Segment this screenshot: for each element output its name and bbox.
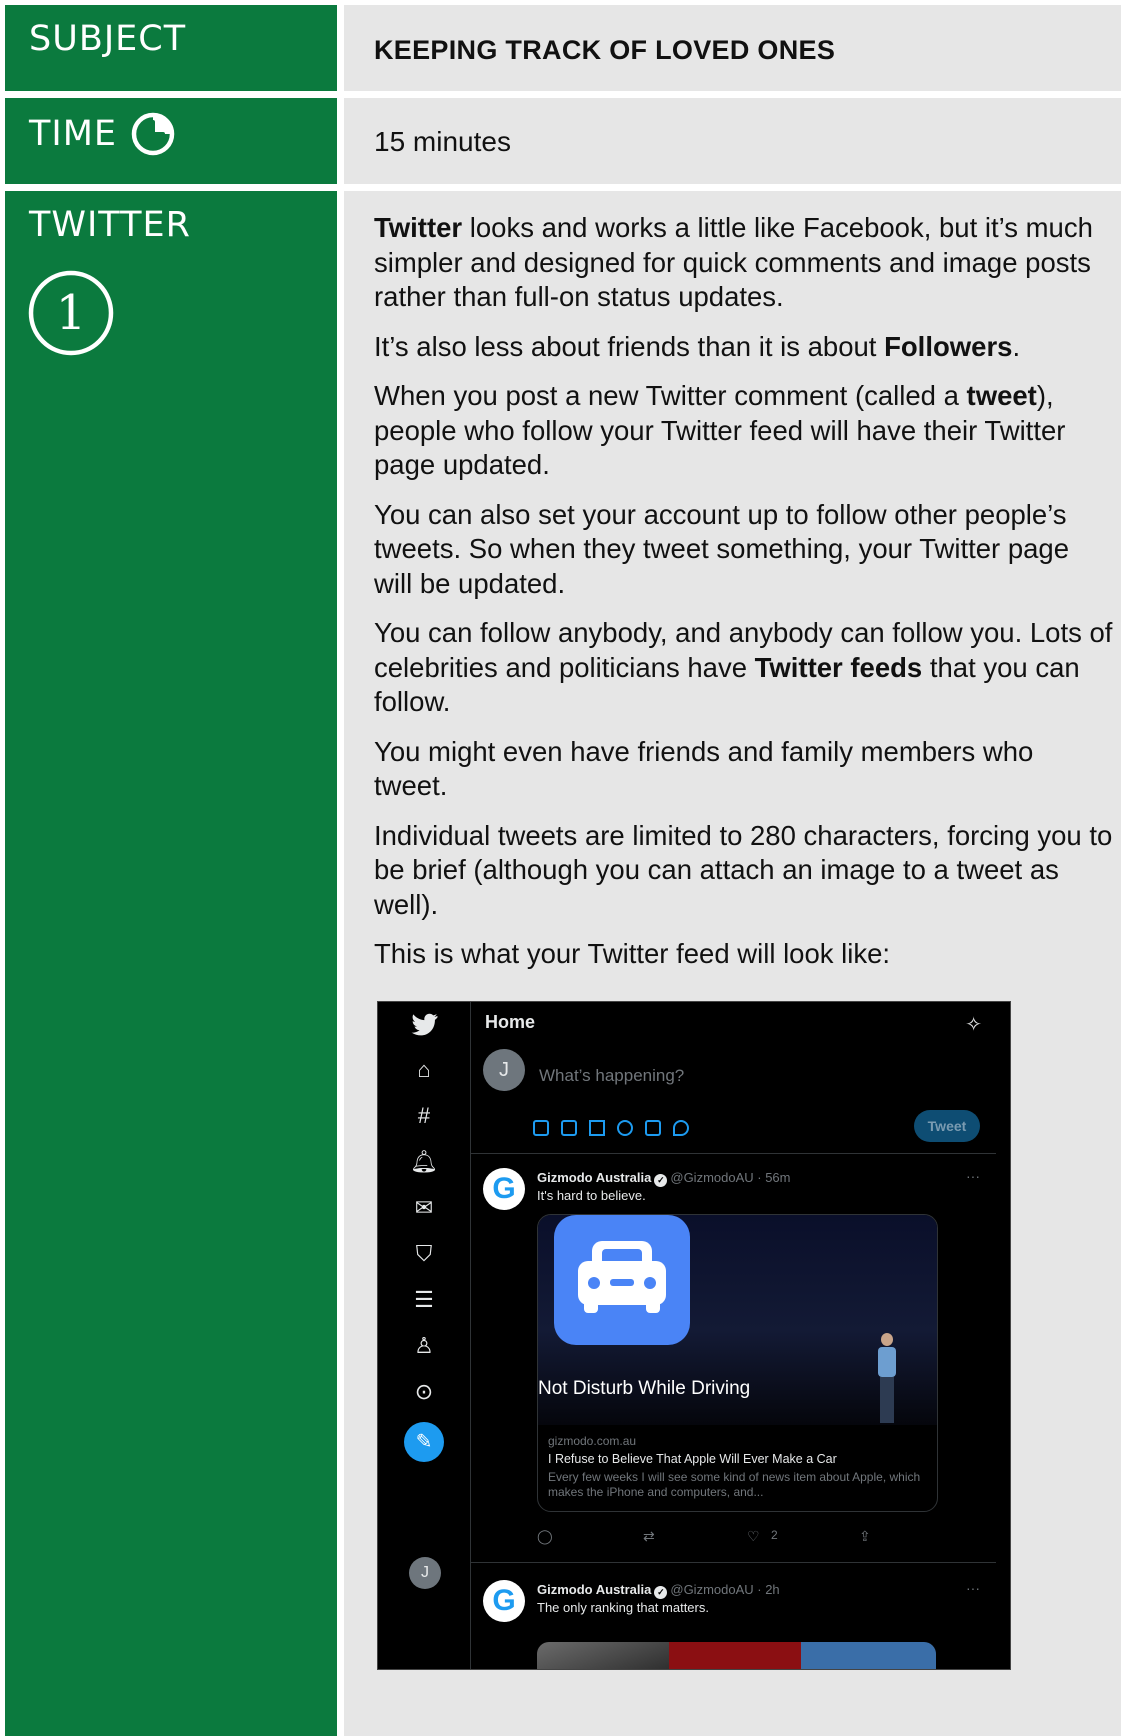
- explore-hashtag-icon[interactable]: #: [408, 1100, 440, 1132]
- paragraph: You can also set your account up to foll…: [374, 498, 1070, 599]
- gizmodo-avatar[interactable]: G: [483, 1580, 525, 1622]
- card-description: Every few weeks I will see some kind of …: [548, 1470, 921, 1499]
- section-label: TWITTER: [29, 205, 191, 245]
- bookmark-icon[interactable]: ⛉: [408, 1238, 440, 1270]
- step-number: 1: [56, 285, 87, 341]
- time-value: 15 minutes: [374, 126, 511, 157]
- verified-badge-icon: ✓: [654, 1586, 668, 1599]
- retweet-icon[interactable]: ⇄: [643, 1528, 655, 1545]
- compose-avatar: J: [483, 1049, 525, 1091]
- time-label-cell: TIME: [5, 98, 337, 184]
- card-title: I Refuse to Believe That Apple Will Ever…: [548, 1452, 837, 1466]
- time-label-group: TIME: [29, 112, 175, 156]
- tweet-author[interactable]: Gizmodo Australia ✓ @GizmodoAU · 2h: [537, 1582, 780, 1599]
- twitter-timeline: Home ✧ J What’s happening? Tweet G Gizmo…: [471, 1002, 996, 1669]
- emoji-icon[interactable]: [617, 1120, 633, 1136]
- card-domain: gizmodo.com.au: [548, 1434, 637, 1448]
- messages-mail-icon[interactable]: ✉: [408, 1192, 440, 1224]
- share-icon[interactable]: ⇪: [859, 1528, 871, 1545]
- paragraph: Twitter looks and works a little like Fa…: [374, 212, 1093, 312]
- section-content-cell: Twitter looks and works a little like Fa…: [344, 191, 1121, 1736]
- poll-icon[interactable]: [589, 1120, 605, 1136]
- section-body: Twitter looks and works a little like Fa…: [374, 211, 1114, 987]
- account-avatar[interactable]: J: [409, 1557, 441, 1589]
- paragraph: You can follow anybody, and anybody can …: [374, 617, 1113, 717]
- tweet-text: The only ranking that matters.: [537, 1600, 709, 1615]
- tweet-handle: @GizmodoAU · 2h: [670, 1582, 780, 1597]
- paragraph: When you post a new Twitter comment (cal…: [374, 380, 1066, 480]
- subject-value: KEEPING TRACK OF LOVED ONES: [374, 35, 836, 65]
- clock-icon: [131, 112, 175, 156]
- paragraph: You might even have friends and family m…: [374, 735, 1034, 802]
- timeline-title: Home: [485, 1012, 536, 1032]
- car-app-icon: [554, 1215, 690, 1345]
- link-card[interactable]: Not Disturb While Driving gizmodo.com.au…: [537, 1214, 938, 1512]
- tweet-author[interactable]: Gizmodo Australia ✓ @GizmodoAU · 56m: [537, 1170, 791, 1187]
- like-icon[interactable]: ♡: [747, 1528, 760, 1545]
- schedule-icon[interactable]: [645, 1120, 661, 1136]
- tweet-button[interactable]: Tweet: [914, 1110, 980, 1142]
- subject-label: SUBJECT: [29, 19, 187, 59]
- location-icon[interactable]: [673, 1120, 689, 1136]
- paragraph: Individual tweets are limited to 280 cha…: [374, 819, 1113, 920]
- notifications-bell-icon[interactable]: 🔔︎: [408, 1146, 440, 1178]
- reply-icon[interactable]: ◯: [537, 1528, 553, 1545]
- verified-badge-icon: ✓: [654, 1174, 668, 1187]
- subject-label-cell: SUBJECT: [5, 5, 337, 91]
- divider: [471, 1562, 996, 1563]
- twitter-sidebar: ⌂ # 🔔︎ ✉ ⛉ ☰ ♙ ⊙ ✎ J: [378, 1002, 471, 1669]
- tweet-image-preview: [537, 1642, 936, 1669]
- gif-icon[interactable]: [561, 1120, 577, 1136]
- like-count: 2: [771, 1528, 778, 1542]
- compose-tweet-button[interactable]: ✎: [404, 1422, 444, 1462]
- more-circle-icon[interactable]: ⊙: [408, 1376, 440, 1408]
- presenter-figure: [876, 1333, 898, 1425]
- lists-icon[interactable]: ☰: [408, 1284, 440, 1316]
- card-image: Not Disturb While Driving: [538, 1215, 937, 1425]
- tweet-more-icon[interactable]: ···: [966, 1168, 980, 1184]
- sparkle-icon[interactable]: ✧: [965, 1012, 982, 1037]
- divider: [471, 1153, 996, 1154]
- image-icon[interactable]: [533, 1120, 549, 1136]
- gizmodo-avatar[interactable]: G: [483, 1168, 525, 1210]
- home-icon[interactable]: ⌂: [408, 1054, 440, 1086]
- paragraph: It’s also less about friends than it is …: [374, 330, 1021, 362]
- time-label: TIME: [29, 114, 118, 154]
- time-value-cell: 15 minutes: [344, 98, 1121, 184]
- tweet-more-icon[interactable]: ···: [966, 1580, 980, 1596]
- paragraph: This is what your Twitter feed will look…: [374, 938, 891, 969]
- section-label-cell: TWITTER 1: [5, 191, 337, 1736]
- tweet-handle: @GizmodoAU · 56m: [670, 1170, 791, 1185]
- twitter-screenshot: ⌂ # 🔔︎ ✉ ⛉ ☰ ♙ ⊙ ✎ J Home ✧ J What’s hap…: [377, 1001, 1011, 1670]
- compose-input[interactable]: What’s happening?: [539, 1066, 684, 1086]
- step-number-badge: 1: [28, 270, 114, 356]
- tweet-text: It's hard to believe.: [537, 1188, 646, 1203]
- subject-value-cell: KEEPING TRACK OF LOVED ONES: [344, 5, 1121, 91]
- slide-caption: Not Disturb While Driving: [538, 1378, 751, 1399]
- twitter-bird-icon: [411, 1013, 438, 1036]
- profile-icon[interactable]: ♙: [408, 1330, 440, 1362]
